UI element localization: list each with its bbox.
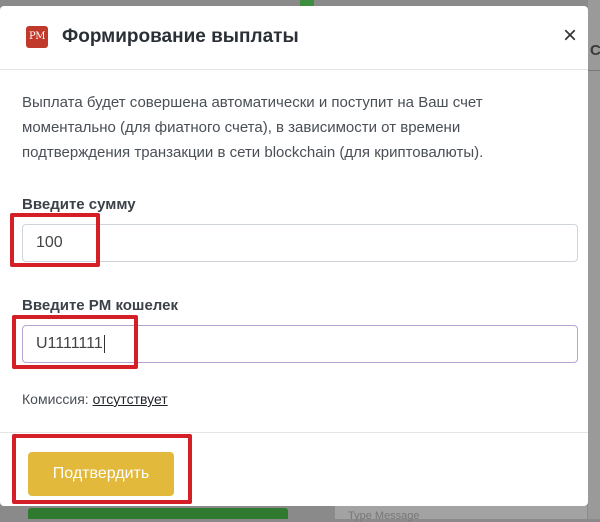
wallet-input-value: U1111111 bbox=[36, 335, 103, 352]
commission-info: Комиссия: отсутствует bbox=[22, 391, 168, 407]
footer-divider bbox=[0, 432, 588, 433]
background-partial-letter: С bbox=[590, 42, 600, 59]
commission-value-link[interactable]: отсутствует bbox=[93, 391, 168, 407]
payout-description: Выплата будет совершена автоматически и … bbox=[22, 94, 484, 161]
background-green-button bbox=[28, 508, 288, 519]
wallet-label: Введите PM кошелек bbox=[22, 297, 178, 314]
close-icon[interactable]: × bbox=[560, 24, 580, 48]
pm-logo-icon: PM bbox=[26, 26, 48, 48]
wallet-input[interactable]: U1111111 bbox=[22, 325, 578, 363]
payout-modal: PM Формирование выплаты × Выплата будет … bbox=[0, 6, 588, 506]
commission-label: Комиссия: bbox=[22, 391, 89, 407]
background-right-panel bbox=[588, 0, 600, 519]
background-divider bbox=[588, 70, 600, 71]
amount-label: Введите сумму bbox=[22, 196, 136, 213]
modal-header: PM Формирование выплаты × bbox=[0, 6, 588, 70]
confirm-button[interactable]: Подтвердить bbox=[28, 452, 174, 496]
background-message-placeholder: Type Message bbox=[348, 510, 420, 522]
amount-input[interactable]: 100 bbox=[22, 224, 578, 262]
amount-input-value: 100 bbox=[36, 234, 63, 251]
text-caret bbox=[103, 334, 105, 353]
modal-title: Формирование выплаты bbox=[62, 26, 299, 47]
